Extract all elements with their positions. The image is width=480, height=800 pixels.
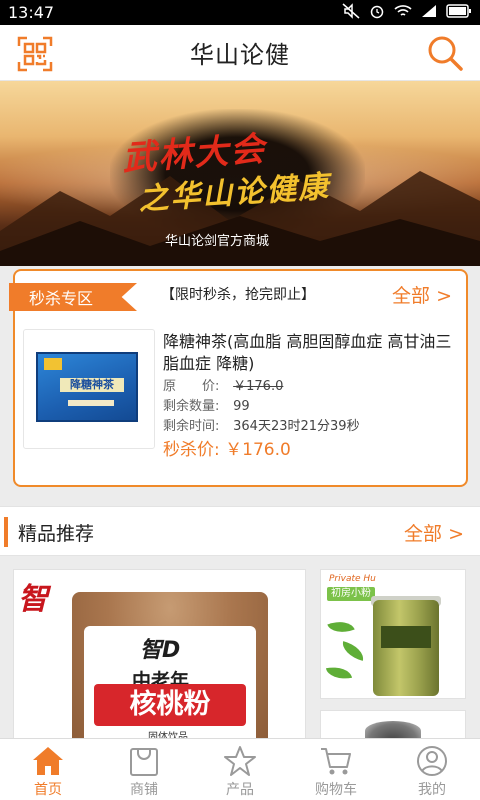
- remaining-time-label: 剩余时间:: [163, 419, 220, 434]
- tea-box-illustration: 降糖神茶: [36, 352, 138, 422]
- leaf-decoration: [327, 616, 355, 638]
- product-image[interactable]: 降糖神茶: [23, 329, 155, 449]
- box-label: 降糖神茶: [60, 378, 124, 392]
- promo-banner[interactable]: 武林大会 之华山论健康 华山论剑官方商城: [0, 81, 480, 266]
- qr-scan-icon[interactable]: [17, 36, 53, 72]
- sale-price: 秒杀价: ￥176.0: [163, 435, 291, 460]
- flash-sale-view-all-link[interactable]: 全部 >: [392, 281, 452, 308]
- box-strip: [68, 400, 114, 406]
- status-bar: 13:47: [0, 0, 480, 25]
- recommend-title: 精品推荐: [18, 523, 95, 545]
- search-icon[interactable]: [426, 34, 464, 72]
- nav-profile-label: 我的: [418, 782, 446, 798]
- walnut-bag-image: 智D 中老年 核桃粉 固体饮品: [72, 592, 268, 738]
- recommend-header: 精品推荐 全部 >: [0, 506, 480, 556]
- status-time: 13:47: [8, 3, 55, 22]
- jar-brand-subtag: 初房小粉: [327, 587, 375, 601]
- shop-bag-icon: [130, 748, 158, 776]
- user-icon: [417, 746, 447, 776]
- leaf-decoration: [339, 641, 367, 661]
- battery-icon: [446, 4, 472, 21]
- leaf-decoration: [325, 664, 353, 682]
- flash-sale-notice: 【限时秒杀，抢完即止】: [161, 287, 315, 303]
- banner-caption: 华山论剑官方商城: [165, 234, 270, 249]
- remaining-qty-label: 剩余数量:: [163, 399, 220, 414]
- section-accent-bar: [4, 517, 8, 547]
- sale-price-value: ￥176.0: [225, 440, 291, 460]
- brand-logo: 智: [18, 582, 48, 617]
- nav-home[interactable]: 首页: [0, 739, 96, 800]
- star-icon: [224, 746, 256, 776]
- original-price-value: ￥176.0: [233, 379, 284, 394]
- nav-home-label: 首页: [34, 782, 62, 798]
- flash-sale-badge: 秒杀专区: [9, 283, 137, 311]
- remaining-time-value: 364天23时21分39秒: [233, 419, 360, 434]
- remaining-qty-value: 99: [233, 399, 250, 414]
- jar-image: [373, 600, 439, 696]
- app-header: 华山论健: [0, 25, 480, 81]
- original-price-label: 原 价:: [163, 379, 220, 394]
- nav-products-label: 产品: [226, 782, 254, 798]
- nav-shop[interactable]: 商铺: [96, 739, 192, 800]
- nav-cart[interactable]: 购物车: [288, 739, 384, 800]
- cart-icon: [321, 748, 351, 775]
- mute-icon: [342, 3, 360, 22]
- nav-products[interactable]: 产品: [192, 739, 288, 800]
- nav-profile[interactable]: 我的: [384, 739, 480, 800]
- home-icon: [33, 747, 63, 775]
- bag-brand: 智D: [140, 638, 181, 663]
- remaining-time-row: 剩余时间: 364天23时21分39秒: [163, 415, 360, 434]
- original-price-row: 原 价: ￥176.0: [163, 375, 283, 394]
- recommend-view-all-link[interactable]: 全部 >: [404, 519, 464, 546]
- alarm-icon: [369, 3, 385, 22]
- recommend-item-walnut-powder[interactable]: 智 智D 中老年 核桃粉 固体饮品: [13, 569, 306, 739]
- sale-price-label: 秒杀价:: [163, 440, 220, 460]
- bag-text-line2: 核桃粉: [94, 684, 246, 726]
- nav-shop-label: 商铺: [130, 782, 158, 798]
- status-icons: [342, 3, 472, 22]
- product-name[interactable]: 降糖神茶(高血脂 高胆固醇血症 高甘油三脂血症 降糖): [163, 331, 461, 375]
- wifi-icon: [394, 4, 412, 21]
- recommend-item-partial[interactable]: [320, 710, 466, 740]
- box-logo: [44, 358, 62, 370]
- bag-front-panel: 智D 中老年 核桃粉 固体饮品: [84, 626, 256, 738]
- page-title: 华山论健: [190, 41, 290, 69]
- nav-cart-label: 购物车: [315, 782, 357, 798]
- remaining-qty-row: 剩余数量: 99: [163, 395, 250, 414]
- signal-icon: [421, 4, 437, 21]
- bottom-nav: 首页 商铺 产品 购物车 我的: [0, 738, 480, 800]
- jar-brand-tag: Private Hu: [329, 574, 376, 584]
- jar-label: [381, 626, 431, 648]
- recommend-item-jar[interactable]: Private Hu 初房小粉: [320, 569, 466, 699]
- flash-sale-card: 秒杀专区 【限时秒杀，抢完即止】 全部 > 降糖神茶 降糖神茶(高血脂 高胆固醇…: [9, 269, 468, 487]
